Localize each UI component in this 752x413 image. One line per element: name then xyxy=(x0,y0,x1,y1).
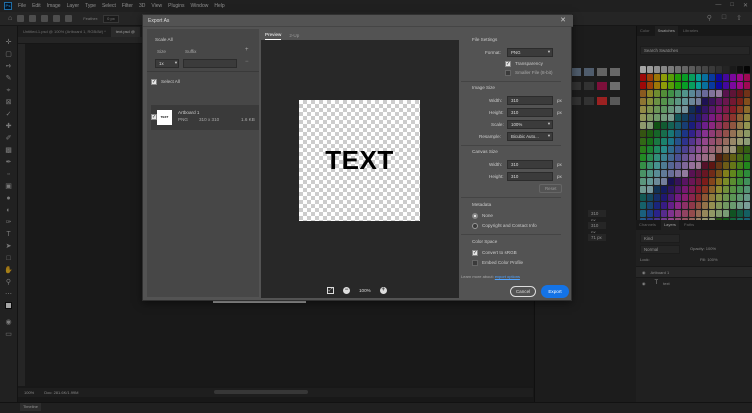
embed-profile-label: Embed Color Profile xyxy=(482,260,524,265)
image-size-heading: Image Size xyxy=(472,85,495,90)
metadata-copyright-label: Copyright and Contact Info xyxy=(482,223,537,228)
learn-more-text: Learn more about: export options xyxy=(461,274,520,279)
cancel-button[interactable]: Cancel xyxy=(510,286,536,297)
divider xyxy=(461,197,561,198)
zoom-in-icon[interactable]: + xyxy=(379,287,387,294)
image-height-input[interactable]: 310 xyxy=(507,108,553,117)
tab-2-up[interactable]: 2-Up xyxy=(289,33,299,40)
transparency-label: Transparency xyxy=(515,61,543,66)
suffix-label: Suffix xyxy=(185,49,197,54)
canvas-width-label: Width: xyxy=(489,162,503,167)
close-icon[interactable]: ✕ xyxy=(560,16,566,26)
unit-label: px xyxy=(557,98,562,103)
smaller-file-checkbox[interactable] xyxy=(505,70,511,76)
divider xyxy=(461,145,561,146)
asset-format: PNG xyxy=(178,117,188,122)
chevron-down-icon: ▼ xyxy=(174,60,178,65)
convert-srgb-label: Convert to sRGB xyxy=(482,250,517,255)
asset-row[interactable]: ✓ TEXT Artboard 1 PNG 310 x 310 1.6 KB xyxy=(151,105,259,130)
color-space-heading: Color Space xyxy=(472,239,498,244)
settings-column: File Settings Format: PNG ▼ ✓ Transparen… xyxy=(461,29,573,297)
chevron-down-icon: ▼ xyxy=(547,49,551,54)
metadata-none-radio[interactable] xyxy=(472,213,478,219)
learn-more-label: Learn more about: xyxy=(461,274,494,279)
unit-label: px xyxy=(557,174,562,179)
asset-thumbnail: TEXT xyxy=(157,110,172,125)
preview-text: TEXT xyxy=(325,145,394,175)
reset-button[interactable]: Reset xyxy=(539,184,563,193)
export-options-link[interactable]: export options xyxy=(495,274,520,279)
select-all-label: Select All xyxy=(161,79,180,84)
transparency-checkbox[interactable]: ✓ xyxy=(505,61,511,67)
height-label: Height: xyxy=(489,110,504,115)
zoom-out-icon[interactable]: − xyxy=(343,287,350,294)
dialog-title: Export As xyxy=(143,15,573,27)
embed-profile-checkbox[interactable] xyxy=(472,260,478,266)
size-label: Size xyxy=(157,49,166,54)
select-all-checkbox[interactable]: ✓ xyxy=(151,79,157,85)
export-button[interactable]: Export xyxy=(541,285,569,298)
preview-tabs: Preview 2-Up xyxy=(261,29,459,40)
assets-column: Scale All Size Suffix + 1x ▼ − ✓ Select … xyxy=(147,29,259,297)
canvas-width-input[interactable]: 310 xyxy=(507,160,553,169)
tab-preview[interactable]: Preview xyxy=(265,32,282,40)
metadata-copyright-radio[interactable] xyxy=(472,223,478,229)
canvas-height-input[interactable]: 310 xyxy=(507,172,553,181)
format-label: Format: xyxy=(485,50,501,55)
image-width-input[interactable]: 310 xyxy=(507,96,553,105)
canvas-height-label: Height: xyxy=(489,174,504,179)
chevron-down-icon: ▼ xyxy=(547,133,551,138)
unit-label: px xyxy=(557,162,562,167)
metadata-heading: Metadata xyxy=(472,202,492,207)
suffix-input[interactable] xyxy=(183,59,237,68)
canvas-size-heading: Canvas Size xyxy=(472,149,498,154)
divider xyxy=(461,81,561,82)
zoom-controls: ⤢ − 100% + xyxy=(327,287,387,294)
divider xyxy=(461,234,561,235)
convert-srgb-checkbox[interactable]: ✓ xyxy=(472,250,478,256)
fit-view-icon[interactable]: ⤢ xyxy=(327,287,334,294)
photoshop-window: Ps File Edit Image Layer Type Select Fil… xyxy=(0,0,752,413)
remove-scale-icon[interactable]: − xyxy=(245,59,249,65)
chevron-down-icon: ▼ xyxy=(547,121,551,126)
zoom-value: 100% xyxy=(359,288,371,293)
add-scale-icon[interactable]: + xyxy=(245,47,249,53)
preview-image: TEXT xyxy=(299,100,420,221)
file-settings-heading: File Settings xyxy=(472,37,498,42)
asset-dimensions: 310 x 310 xyxy=(199,117,220,122)
width-label: Width: xyxy=(489,98,503,103)
unit-label: px xyxy=(557,110,562,115)
scale-label: Scale: xyxy=(491,122,504,127)
asset-name: Artboard 1 xyxy=(178,110,200,115)
asset-filesize: 1.6 KB xyxy=(241,117,255,122)
divider xyxy=(147,71,259,72)
metadata-none-label: None xyxy=(482,213,493,218)
preview-area[interactable]: TEXT ⤢ − 100% + xyxy=(261,40,459,298)
smaller-file-label: Smaller File (8-bit) xyxy=(515,70,553,75)
resample-label: Resample: xyxy=(479,134,501,139)
export-as-dialog: Export As ✕ Scale All Size Suffix + 1x ▼… xyxy=(142,14,573,301)
scale-all-heading: Scale All xyxy=(155,37,173,42)
